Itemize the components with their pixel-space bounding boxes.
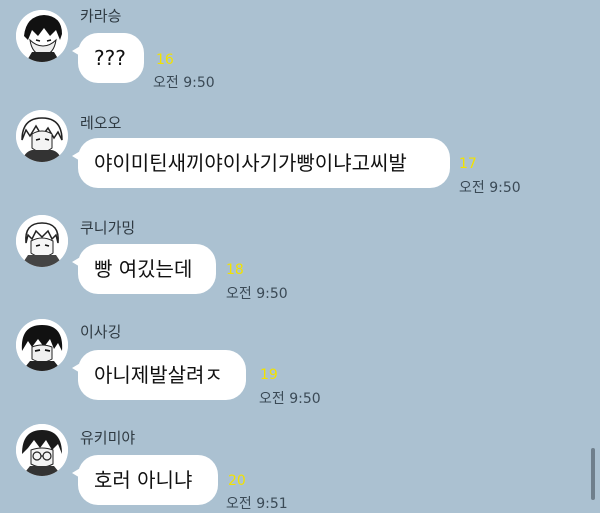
message-bubble[interactable]: 아니제발살려ㅈ <box>72 350 246 400</box>
kunigami-avatar-icon[interactable] <box>16 215 68 267</box>
sender-name: 이사깅 <box>80 323 122 341</box>
message-time: 오전 9:50 <box>259 391 321 407</box>
scrollbar[interactable] <box>591 448 595 500</box>
message-bubble[interactable]: 야이미틴새끼야이사기가빵이냐고씨발 <box>72 138 450 188</box>
message-bubble[interactable]: ??? <box>72 33 144 83</box>
unread-count: 16 <box>156 52 174 68</box>
karasu-avatar-icon[interactable] <box>16 10 68 62</box>
isagi-avatar-icon[interactable] <box>16 319 68 371</box>
message-time: 오전 9:50 <box>153 75 215 91</box>
unread-count: 20 <box>228 473 246 489</box>
message-time: 오전 9:50 <box>459 180 521 196</box>
yukimiya-avatar-icon[interactable] <box>16 424 68 476</box>
unread-count: 19 <box>260 367 278 383</box>
message-time: 오전 9:51 <box>226 496 288 512</box>
sender-name: 유키미야 <box>80 429 136 447</box>
sender-name: 카라승 <box>80 7 122 25</box>
message-bubble[interactable]: 호러 아니냐 <box>72 455 218 505</box>
reo-avatar-icon[interactable] <box>16 110 68 162</box>
sender-name: 레오오 <box>80 114 122 132</box>
unread-count: 18 <box>226 262 244 278</box>
unread-count: 17 <box>459 156 477 172</box>
sender-name: 쿠니가밍 <box>80 219 136 237</box>
message-bubble[interactable]: 빵 여깄는데 <box>72 244 216 294</box>
message-time: 오전 9:50 <box>226 286 288 302</box>
